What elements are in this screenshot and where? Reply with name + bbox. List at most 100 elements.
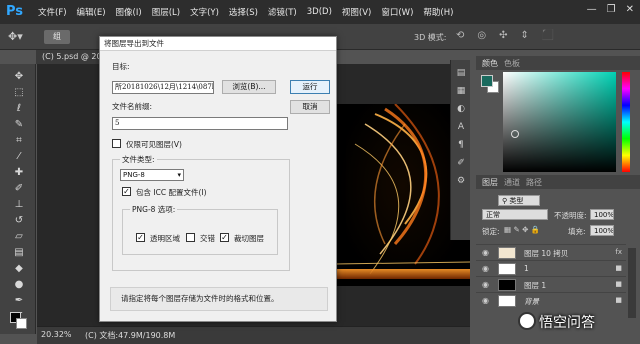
layer-kind-filter[interactable]: ⚲ 类型 <box>498 195 540 206</box>
paragraph-panel-icon[interactable]: ¶ <box>456 140 466 150</box>
fill-input[interactable]: 100% <box>590 225 614 236</box>
tools-panel: ✥ ⬚ ℓ ✎ ⌗ ⁄ ✚ ✐ ⊥ ↺ ▱ ▤ ◆ ● ✒ T <box>0 64 36 334</box>
tab-paths[interactable]: 路径 <box>526 177 542 188</box>
history-brush-icon[interactable]: ↺ <box>12 214 26 228</box>
png8-group-label: PNG-8 选项: <box>130 204 178 215</box>
roll-icon[interactable]: ◎ <box>477 30 486 41</box>
layer-name: 图层 10 拷贝 <box>524 249 569 258</box>
run-button[interactable]: 运行 <box>290 80 330 94</box>
auto-select-dropdown[interactable]: 组 <box>44 30 70 44</box>
trim-checkbox[interactable]: ✓ <box>220 233 229 242</box>
healing-icon[interactable]: ✚ <box>12 166 26 180</box>
blend-mode-select[interactable]: 正常 <box>482 209 548 220</box>
layer-thumbnail <box>498 247 516 259</box>
lasso-icon[interactable]: ℓ <box>12 102 26 116</box>
icc-checkbox[interactable]: ✓ <box>122 187 131 196</box>
dodge-icon[interactable]: ● <box>12 278 26 292</box>
menu-help[interactable]: 帮助(H) <box>423 6 453 18</box>
menu-filter[interactable]: 滤镜(T) <box>268 6 297 18</box>
layer-thumbnail <box>498 279 516 291</box>
layer-row[interactable]: ◉ 背景 ■ <box>476 292 626 308</box>
menu-layer[interactable]: 图层(L) <box>152 6 180 18</box>
menu-window[interactable]: 窗口(W) <box>381 6 413 18</box>
icc-label: 包含 ICC 配置文件(I) <box>136 188 207 197</box>
orbit-icon[interactable]: ⟲ <box>456 30 464 41</box>
tab-color[interactable]: 颜色 <box>482 58 498 69</box>
restore-icon[interactable]: ❐ <box>607 4 616 15</box>
adjustments-panel-icon[interactable]: ◐ <box>456 104 466 114</box>
eraser-icon[interactable]: ▱ <box>12 230 26 244</box>
move-icon[interactable]: ✥ <box>12 70 26 84</box>
opacity-input[interactable]: 100% <box>590 209 614 220</box>
move-tool-icon[interactable]: ✥▾ <box>8 30 23 43</box>
mode-3d-label: 3D 模式: <box>414 33 447 42</box>
menu-3d[interactable]: 3D(D) <box>307 7 332 17</box>
minimize-icon[interactable]: — <box>587 4 597 15</box>
dialog-hint: 请指定将每个图层存储为文件时的格式和位置。 <box>110 287 328 311</box>
background-color-swatch[interactable] <box>16 318 27 329</box>
brush-icon[interactable]: ✐ <box>12 182 26 196</box>
target-path-input[interactable]: 所20181026\12月\1214\087b0 <box>112 81 214 94</box>
properties-panel-icon[interactable]: ▦ <box>456 86 466 96</box>
status-bar: 20.32% (C) 文档:47.9M/190.8M <box>37 326 470 344</box>
prefix-label: 文件名前缀: <box>112 102 153 111</box>
cancel-button[interactable]: 取消 <box>290 100 330 114</box>
browse-button[interactable]: 浏览(B)... <box>222 80 276 94</box>
menu-file[interactable]: 文件(F) <box>38 6 67 18</box>
layers-panel-tabs: 图层 通道 路径 <box>476 175 640 189</box>
layer-row[interactable]: ◉ 1 ■ <box>476 260 626 276</box>
zoom-level[interactable]: 20.32% <box>41 330 72 339</box>
tool-presets-icon[interactable]: ⚙ <box>456 176 466 186</box>
color-picker-cursor[interactable] <box>511 130 519 138</box>
panel-foreground-swatch[interactable] <box>481 75 493 87</box>
filetype-value: PNG-8 <box>123 171 145 179</box>
visibility-eye-icon[interactable]: ◉ <box>482 280 489 289</box>
layer-row[interactable]: ◉ 图层 1 ■ <box>476 276 626 292</box>
layer-row[interactable]: ◉ 图层 10 拷贝 fx <box>476 244 626 260</box>
color-panel-tabs: 颜色 色板 <box>476 56 640 70</box>
layers-scrollbar[interactable] <box>628 248 636 318</box>
quick-select-icon[interactable]: ✎ <box>12 118 26 132</box>
transparency-checkbox[interactable]: ✓ <box>136 233 145 242</box>
scale-icon[interactable]: ⬛ <box>542 30 554 41</box>
watermark-text: 悟空问答 <box>539 315 595 331</box>
gradient-icon[interactable]: ▤ <box>12 246 26 260</box>
history-panel-icon[interactable]: ▤ <box>456 68 466 78</box>
opacity-label: 不透明度: <box>554 211 587 220</box>
lock-icons[interactable]: ▦ ✎ ✥ 🔒 <box>504 225 540 234</box>
brush-panel-icon[interactable]: ✐ <box>456 158 466 168</box>
character-panel-icon[interactable]: A <box>456 122 466 132</box>
visible-only-checkbox[interactable] <box>112 139 121 148</box>
visibility-eye-icon[interactable]: ◉ <box>482 264 489 273</box>
slide-icon[interactable]: ⇕ <box>521 30 529 41</box>
blur-icon[interactable]: ◆ <box>12 262 26 276</box>
eyedropper-icon[interactable]: ⁄ <box>12 150 26 164</box>
target-label: 目标: <box>112 62 130 71</box>
marquee-icon[interactable]: ⬚ <box>12 86 26 100</box>
visibility-eye-icon[interactable]: ◉ <box>482 248 489 257</box>
pen-icon[interactable]: ✒ <box>12 294 26 308</box>
tab-channels[interactable]: 通道 <box>504 177 520 188</box>
prefix-input[interactable]: 5 <box>112 117 288 130</box>
watermark: 悟空问答 <box>518 311 640 335</box>
menu-view[interactable]: 视图(V) <box>342 6 371 18</box>
menu-edit[interactable]: 编辑(E) <box>77 6 106 18</box>
filetype-select[interactable]: PNG-8 ▾ <box>120 169 184 181</box>
color-field[interactable] <box>503 72 616 172</box>
tab-layers[interactable]: 图层 <box>482 177 498 188</box>
menu-bar: Ps 文件(F) 编辑(E) 图像(I) 图层(L) 文字(Y) 选择(S) 滤… <box>0 0 640 24</box>
visibility-eye-icon[interactable]: ◉ <box>482 296 489 305</box>
menu-type[interactable]: 文字(Y) <box>190 6 219 18</box>
interlace-checkbox[interactable] <box>186 233 195 242</box>
tab-swatches[interactable]: 色板 <box>504 58 520 69</box>
lock-icon: ■ <box>615 264 622 272</box>
watermark-logo-icon <box>518 312 536 330</box>
stamp-icon[interactable]: ⊥ <box>12 198 26 212</box>
pan-icon[interactable]: ✣ <box>499 30 507 41</box>
menu-select[interactable]: 选择(S) <box>229 6 258 18</box>
close-icon[interactable]: ✕ <box>626 4 634 15</box>
hue-slider[interactable] <box>622 72 630 172</box>
crop-icon[interactable]: ⌗ <box>12 134 26 148</box>
menu-image[interactable]: 图像(I) <box>116 6 142 18</box>
visible-only-label: 仅限可见图层(V) <box>126 140 182 149</box>
